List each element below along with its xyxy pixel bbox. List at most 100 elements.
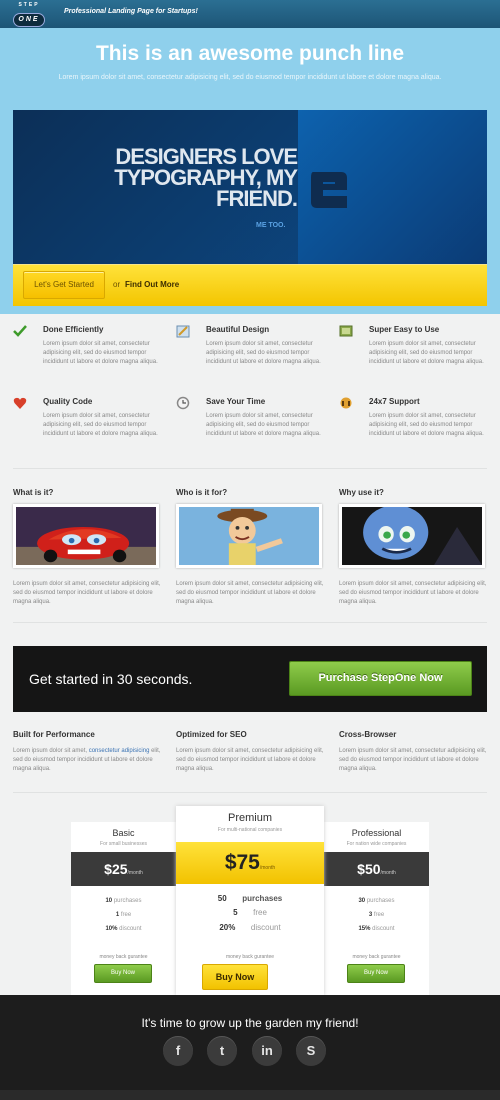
e-logo-icon bbox=[311, 172, 347, 208]
benefit-link[interactable]: consectetur adipisicing bbox=[89, 748, 150, 754]
footer-text: It's time to grow up the garden my frien… bbox=[141, 1016, 359, 1030]
purchase-button[interactable]: Purchase StepOne Now bbox=[289, 661, 472, 696]
plan-free: 5 free bbox=[176, 908, 324, 917]
support-icon bbox=[340, 397, 352, 409]
plan-price: $75 bbox=[224, 851, 260, 874]
benefit-cross-browser: Cross-Browser Lorem ipsum dolor sit amet… bbox=[339, 730, 489, 774]
logo-bottom-text: ONE bbox=[13, 13, 45, 27]
info-title: Who is it for? bbox=[176, 488, 228, 497]
benefit-text: Lorem ipsum dolor sit amet, consectetur … bbox=[339, 748, 487, 772]
cars-movie-image[interactable] bbox=[13, 504, 159, 568]
feature-title: Quality Code bbox=[43, 397, 93, 406]
twitter-icon[interactable]: t bbox=[207, 1036, 237, 1066]
buy-now-button[interactable]: Buy Now bbox=[94, 964, 152, 983]
plan-guarantee: money back gurantee bbox=[352, 954, 401, 960]
label: discount bbox=[372, 926, 395, 932]
label: free bbox=[373, 912, 385, 918]
benefit-performance: Built for Performance Lorem ipsum dolor … bbox=[13, 730, 163, 774]
label: purchases bbox=[366, 898, 395, 904]
plan-name: Premium bbox=[227, 812, 272, 824]
info-title: What is it? bbox=[13, 488, 54, 497]
plan-free: 3 free bbox=[324, 912, 429, 918]
plan-guarantee: money back gurantee bbox=[99, 954, 148, 960]
heart-icon bbox=[13, 397, 27, 409]
price-band: $50/month bbox=[324, 852, 429, 886]
megamind-image[interactable] bbox=[339, 504, 485, 568]
get-started-button[interactable]: Let's Get Started bbox=[23, 271, 105, 299]
buy-now-button[interactable]: Buy Now bbox=[202, 964, 268, 990]
plan-guarantee: money back gurantee bbox=[225, 954, 275, 960]
plan-purchases: 30 purchases bbox=[324, 898, 429, 904]
design-icon bbox=[176, 325, 190, 338]
value: 5 bbox=[233, 908, 238, 917]
benefit-text: Lorem ipsum dolor sit amet, consectetur … bbox=[176, 748, 324, 772]
plan-period: /month bbox=[259, 865, 276, 871]
benefit-text-part: Lorem ipsum dolor sit amet, bbox=[13, 748, 89, 754]
punch-line: This is an awesome punch line bbox=[95, 42, 405, 65]
info-why-use-it: Why use it? bbox=[339, 488, 384, 497]
price-band: $25/month bbox=[71, 852, 176, 886]
plan-subtitle: For multi-national companies bbox=[217, 827, 283, 833]
info-title: Why use it? bbox=[339, 488, 384, 497]
value: 30 bbox=[358, 898, 366, 904]
feature-title: 24x7 Support bbox=[369, 397, 420, 406]
plan-purchases: 10 purchases bbox=[71, 898, 176, 904]
info-text: Lorem ipsum dolor sit amet, consectetur … bbox=[13, 581, 161, 605]
plan-discount: 20% discount bbox=[176, 923, 324, 932]
plan-period: /month bbox=[380, 870, 396, 876]
label: discount bbox=[119, 926, 142, 932]
info-what-is-it: What is it? bbox=[13, 488, 53, 497]
logo[interactable]: STEP ONE bbox=[12, 2, 46, 27]
toy-story-image[interactable] bbox=[176, 504, 322, 568]
value: 10% bbox=[105, 926, 118, 932]
find-out-more-link[interactable]: Find Out More bbox=[125, 280, 179, 289]
benefit-title: Cross-Browser bbox=[339, 730, 397, 739]
banner-headline: DESIGNERS LOVE TYPOGRAPHY, MY FRIEND. bbox=[114, 144, 298, 211]
plan-name: Professional bbox=[351, 828, 402, 838]
plan-name: Basic bbox=[112, 828, 135, 838]
value: 50 bbox=[217, 894, 227, 903]
image-icon bbox=[339, 325, 353, 337]
price-band: $75/month bbox=[176, 842, 324, 884]
plan-discount: 10% discount bbox=[71, 926, 176, 932]
value: 20% bbox=[219, 923, 236, 932]
hero-subtitle: Lorem ipsum dolor sit amet, consectetur … bbox=[58, 74, 442, 81]
buy-now-button[interactable]: Buy Now bbox=[347, 964, 405, 983]
footer-bottom-bar bbox=[0, 1090, 500, 1100]
value: 3 bbox=[368, 912, 373, 918]
skype-icon[interactable]: S bbox=[296, 1036, 326, 1066]
plan-price: $50 bbox=[357, 861, 381, 877]
plan-free: 1 free bbox=[71, 912, 176, 918]
feature-title: Super Easy to Use bbox=[369, 325, 440, 334]
label: free bbox=[253, 908, 267, 917]
plan-purchases: 50 purchases bbox=[176, 894, 324, 903]
pricing-premium: Premium For multi-national companies $75… bbox=[176, 806, 324, 995]
info-text: Lorem ipsum dolor sit amet, consectetur … bbox=[339, 581, 487, 605]
feature-text: Lorem ipsum dolor sit amet, consectetur … bbox=[369, 341, 484, 365]
or-label: or bbox=[113, 280, 121, 289]
footer bbox=[0, 995, 500, 1100]
label: purchases bbox=[113, 898, 142, 904]
linkedin-icon[interactable]: in bbox=[252, 1036, 282, 1066]
feature-text: Lorem ipsum dolor sit amet, consectetur … bbox=[369, 413, 484, 437]
benefit-text: Lorem ipsum dolor sit amet, consectetur … bbox=[13, 747, 161, 774]
info-text: Lorem ipsum dolor sit amet, consectetur … bbox=[176, 581, 324, 605]
feature-title: Done Efficiently bbox=[43, 325, 104, 334]
divider bbox=[13, 622, 487, 623]
value: 10 bbox=[105, 898, 113, 904]
feature-text: Lorem ipsum dolor sit amet, consectetur … bbox=[43, 341, 158, 365]
benefit-seo: Optimized for SEO Lorem ipsum dolor sit … bbox=[176, 730, 326, 774]
facebook-icon[interactable]: f bbox=[163, 1036, 193, 1066]
tagline: Professional Landing Page for Startups! bbox=[64, 8, 198, 15]
info-who-is-it-for: Who is it for? bbox=[176, 488, 227, 497]
label: purchases bbox=[242, 894, 283, 903]
plan-discount: 15% discount bbox=[324, 926, 429, 932]
feature-text: Lorem ipsum dolor sit amet, consectetur … bbox=[206, 341, 321, 365]
plan-subtitle: For small businesses bbox=[100, 841, 147, 847]
plan-period: /month bbox=[127, 870, 143, 876]
feature-text: Lorem ipsum dolor sit amet, consectetur … bbox=[206, 413, 321, 437]
plan-subtitle: For nation wide companies bbox=[346, 841, 407, 847]
benefit-title: Optimized for SEO bbox=[176, 730, 247, 739]
logo-top-text: STEP bbox=[18, 2, 40, 8]
clock-icon bbox=[176, 396, 190, 410]
